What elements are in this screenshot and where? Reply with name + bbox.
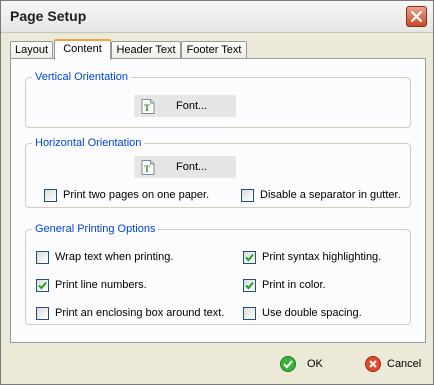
checkbox-label: Print an enclosing box around text. (55, 307, 225, 319)
checkbox-label: Print syntax highlighting. (262, 251, 382, 263)
checkbox-label: Print in color. (262, 279, 326, 291)
close-button[interactable] (406, 6, 427, 27)
font-icon: T (141, 99, 155, 114)
two-pages-checkbox[interactable]: Print two pages on one paper. (44, 188, 209, 202)
ok-check-icon (280, 356, 296, 372)
double-spacing-checkbox[interactable]: Use double spacing. (243, 306, 362, 320)
title-bar[interactable]: Page Setup (1, 1, 433, 33)
tab-strip: Layout Content Header Text Footer Text (10, 39, 430, 60)
ok-button[interactable]: OK (280, 352, 323, 376)
dialog-title: Page Setup (10, 8, 87, 24)
checkbox-label: Print two pages on one paper. (63, 189, 210, 201)
general-printing-options-group: General Printing Options Wrap text when … (25, 222, 411, 325)
ok-button-label: OK (307, 358, 323, 370)
vertical-font-button[interactable]: T Font... (134, 95, 236, 117)
check-mark-icon (245, 253, 254, 261)
tab-content[interactable]: Content (54, 39, 111, 60)
general-printing-options-title: General Printing Options (32, 222, 159, 236)
check-mark-icon (38, 281, 47, 289)
tab-header-text[interactable]: Header Text (111, 41, 181, 59)
checkbox-label: Disable a separator in gutter. (260, 189, 401, 201)
tab-label: Layout (14, 44, 49, 56)
tab-layout[interactable]: Layout (10, 41, 53, 59)
wrap-text-checkbox[interactable]: Wrap text when printing. (36, 250, 173, 264)
vertical-orientation-group: Vertical Orientation T Font... (25, 70, 411, 128)
checkbox-box[interactable] (243, 278, 256, 292)
syntax-highlighting-checkbox[interactable]: Print syntax highlighting. (243, 250, 381, 264)
checkbox-label: Print line numbers. (55, 279, 147, 291)
checkbox-box[interactable] (243, 306, 256, 320)
checkbox-box[interactable] (243, 250, 256, 264)
tab-footer-text[interactable]: Footer Text (181, 41, 247, 59)
tab-label: Header Text (116, 44, 176, 56)
line-numbers-checkbox[interactable]: Print line numbers. (36, 278, 147, 292)
tab-label: Footer Text (186, 44, 242, 56)
checkbox-box[interactable] (36, 306, 49, 320)
horizontal-orientation-group: Horizontal Orientation T Font... Print t… (25, 136, 411, 208)
cancel-button-label: Cancel (387, 358, 422, 370)
check-mark-icon (245, 281, 254, 289)
checkbox-box[interactable] (44, 188, 57, 202)
font-icon: T (141, 160, 155, 175)
checkbox-box[interactable] (36, 278, 49, 292)
font-button-label: Font... (176, 100, 208, 112)
cancel-button[interactable]: Cancel (365, 352, 421, 376)
cancel-x-icon (365, 356, 381, 372)
disable-separator-checkbox[interactable]: Disable a separator in gutter. (241, 188, 401, 202)
horizontal-font-button[interactable]: T Font... (134, 156, 236, 178)
content-tab-panel: Vertical Orientation T Font... Horizonta… (10, 58, 426, 343)
checkbox-label: Use double spacing. (262, 307, 362, 319)
close-icon (411, 11, 422, 22)
font-button-label: Font... (176, 161, 208, 173)
svg-text:T: T (144, 103, 150, 113)
vertical-orientation-title: Vertical Orientation (32, 70, 131, 84)
enclosing-box-checkbox[interactable]: Print an enclosing box around text. (36, 306, 224, 320)
svg-text:T: T (144, 164, 150, 174)
horizontal-orientation-title: Horizontal Orientation (32, 136, 145, 150)
page-setup-dialog: Page Setup Layout Content Header Text Fo… (0, 0, 434, 385)
print-in-color-checkbox[interactable]: Print in color. (243, 278, 326, 292)
checkbox-box[interactable] (36, 250, 49, 264)
tab-label: Content (63, 43, 102, 55)
checkbox-box[interactable] (241, 188, 254, 202)
checkbox-label: Wrap text when printing. (55, 251, 174, 263)
